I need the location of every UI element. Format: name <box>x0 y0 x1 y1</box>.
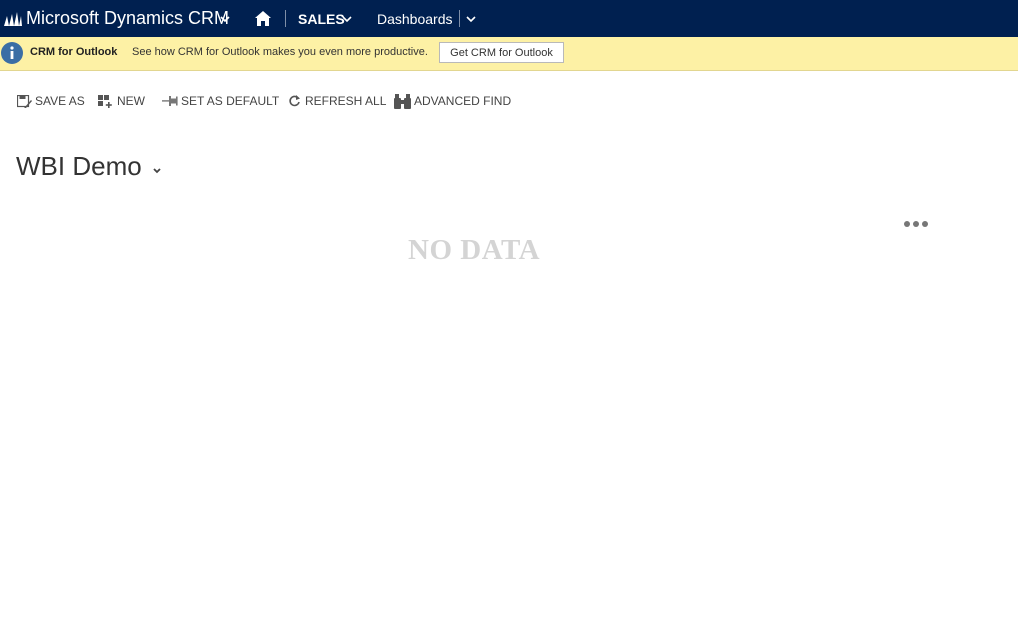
home-icon[interactable] <box>255 0 271 37</box>
nav-divider <box>459 10 460 27</box>
dashboard-title[interactable]: WBI Demo <box>16 151 142 182</box>
dynamics-logo-icon <box>4 0 22 37</box>
new-label: NEW <box>117 94 145 108</box>
refresh-all-button[interactable]: REFRESH ALL <box>288 92 386 110</box>
chevron-down-icon[interactable] <box>220 0 230 37</box>
refresh-all-label: REFRESH ALL <box>305 94 387 108</box>
more-dot <box>922 221 928 227</box>
sales-area-button[interactable]: SALES <box>298 0 345 37</box>
more-options-icon[interactable] <box>904 219 932 229</box>
more-dot <box>904 221 910 227</box>
dashboards-nav-button[interactable]: Dashboards <box>377 0 453 37</box>
save-as-icon <box>17 94 32 108</box>
chevron-down-icon[interactable] <box>342 0 352 37</box>
chevron-down-icon[interactable] <box>466 0 476 37</box>
set-as-default-label: SET AS DEFAULT <box>181 94 280 108</box>
new-button[interactable]: NEW <box>98 92 145 110</box>
save-as-button[interactable]: SAVE AS <box>17 92 85 110</box>
no-data-message: NO DATA <box>408 234 541 266</box>
set-as-default-button[interactable]: SET AS DEFAULT <box>162 92 279 110</box>
advanced-find-label: ADVANCED FIND <box>414 94 512 108</box>
new-dashboard-icon <box>98 94 112 108</box>
get-crm-for-outlook-button[interactable]: Get CRM for Outlook <box>439 42 564 63</box>
info-icon <box>1 42 23 64</box>
notification-title: CRM for Outlook <box>30 46 118 58</box>
nav-divider <box>285 10 286 27</box>
notification-message: See how CRM for Outlook makes you even m… <box>132 46 428 58</box>
app-title[interactable]: Microsoft Dynamics CRM <box>26 0 229 37</box>
chevron-down-icon[interactable] <box>152 162 162 180</box>
pin-icon <box>162 96 178 106</box>
notification-bar: CRM for Outlook See how CRM for Outlook … <box>0 37 1018 71</box>
more-dot <box>913 221 919 227</box>
advanced-find-button[interactable]: ADVANCED FIND <box>394 92 511 110</box>
save-as-label: SAVE AS <box>35 94 85 108</box>
binoculars-icon <box>394 93 411 109</box>
top-navigation-bar: Microsoft Dynamics CRM SALES Dashboards <box>0 0 1018 37</box>
refresh-icon <box>289 95 300 107</box>
